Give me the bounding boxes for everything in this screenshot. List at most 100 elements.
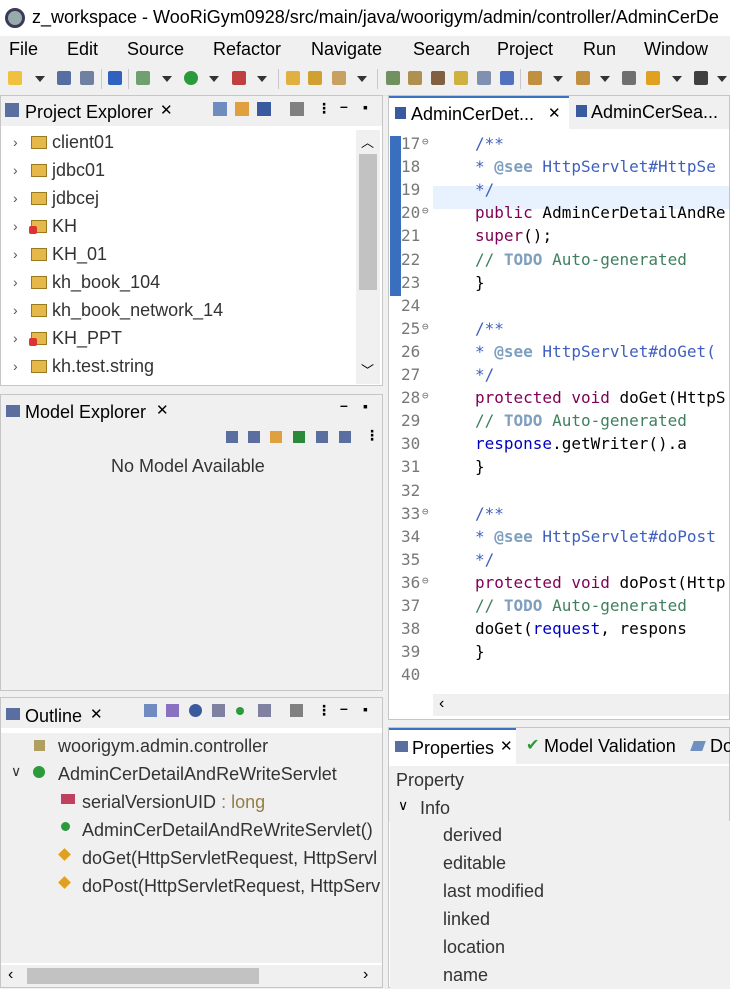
- info-group-row[interactable]: ∨ Info: [389, 794, 729, 822]
- scroll-down-icon[interactable]: ﹀: [361, 360, 374, 379]
- property-row[interactable]: derived: [390, 821, 730, 850]
- minimize-icon[interactable]: –: [340, 98, 348, 114]
- code-line[interactable]: 25 ⊖ /**: [389, 319, 729, 342]
- property-row[interactable]: editable: [390, 849, 730, 878]
- chevron-right-icon[interactable]: ›: [13, 218, 18, 234]
- prev-annotation-icon[interactable]: [576, 71, 590, 85]
- new-icon[interactable]: [8, 71, 22, 85]
- code-line[interactable]: 24: [389, 296, 729, 319]
- edit-model-icon[interactable]: [270, 431, 282, 443]
- save-icon[interactable]: [57, 71, 71, 85]
- code-line[interactable]: 36 ⊖ protected void doPost(Http: [389, 573, 729, 596]
- hide-local-types-icon[interactable]: [258, 704, 271, 717]
- menu-refactor[interactable]: Refactor: [213, 39, 281, 60]
- outline-member[interactable]: doGet(HttpServletRequest, HttpServl: [82, 848, 377, 869]
- hide-fields-icon[interactable]: [189, 704, 202, 717]
- horizontal-scrollbar[interactable]: ‹ ›: [1, 965, 382, 987]
- next-annotation-dropdown-icon[interactable]: [553, 76, 563, 82]
- scroll-left-icon[interactable]: ‹: [8, 966, 13, 984]
- close-icon[interactable]: ✕: [90, 705, 103, 723]
- fold-toggle-icon[interactable]: ⊖: [422, 320, 429, 333]
- chevron-down-icon[interactable]: ∨: [11, 763, 21, 780]
- code-line[interactable]: 38 doGet(request, respons: [389, 619, 729, 642]
- link-editor-icon[interactable]: [235, 102, 249, 116]
- model-validation-tab[interactable]: ✔ Model Validation: [523, 730, 683, 764]
- close-icon[interactable]: ✕: [548, 104, 561, 122]
- chevron-right-icon[interactable]: ›: [13, 302, 18, 318]
- word-wrap-icon[interactable]: [454, 71, 468, 85]
- chevron-down-icon[interactable]: ∨: [398, 797, 408, 814]
- tree-item[interactable]: › KH_PPT: [1, 326, 353, 354]
- show-hierarchy-icon[interactable]: [248, 431, 260, 443]
- run-dropdown-icon[interactable]: [209, 76, 219, 82]
- vertical-scrollbar[interactable]: ︿ ﹀: [356, 130, 380, 384]
- back-dropdown-icon[interactable]: [672, 76, 682, 82]
- show-whitespace-icon[interactable]: [477, 71, 491, 85]
- view-menu-icon[interactable]: [290, 704, 303, 717]
- property-row[interactable]: location: [390, 933, 730, 962]
- tree-item[interactable]: › kh_book_104: [1, 270, 353, 298]
- tree-item[interactable]: › client01: [1, 130, 353, 158]
- new-dropdown-icon[interactable]: [35, 76, 45, 82]
- menu-source[interactable]: Source: [127, 39, 184, 60]
- forward-dropdown-icon[interactable]: [717, 76, 727, 82]
- code-line[interactable]: 20 ⊖ public AdminCerDetailAndRe: [389, 203, 729, 226]
- horizontal-scrollbar[interactable]: ‹: [433, 694, 729, 716]
- filter-icon[interactable]: [257, 102, 271, 116]
- run-icon[interactable]: [184, 71, 198, 85]
- collapse-all-icon[interactable]: [213, 102, 227, 116]
- close-icon[interactable]: ✕: [160, 101, 173, 119]
- maximize-icon[interactable]: ▪: [363, 398, 368, 414]
- code-line[interactable]: 26 * @see HttpServlet#doGet(: [389, 342, 729, 365]
- code-line[interactable]: 35 */: [389, 550, 729, 573]
- chevron-right-icon[interactable]: ›: [13, 246, 18, 262]
- search-dropdown-icon[interactable]: [357, 76, 367, 82]
- code-line[interactable]: 19 */: [389, 180, 729, 203]
- maximize-icon[interactable]: ▪: [363, 99, 368, 115]
- model-explorer-tab[interactable]: Model Explorer: [25, 402, 146, 423]
- debug-dropdown-icon[interactable]: [162, 76, 172, 82]
- scroll-right-icon[interactable]: ›: [363, 966, 368, 984]
- project-explorer-tab[interactable]: Project Explorer: [25, 102, 153, 123]
- code-line[interactable]: 21 super();: [389, 226, 729, 249]
- toggle-breadcrumb-icon[interactable]: [408, 71, 422, 85]
- fold-toggle-icon[interactable]: ⊖: [422, 505, 429, 518]
- menu-navigate[interactable]: Navigate: [311, 39, 382, 60]
- menu-edit[interactable]: Edit: [67, 39, 98, 60]
- debug-icon[interactable]: [136, 71, 150, 85]
- hide-nonpublic-icon[interactable]: [236, 707, 244, 715]
- chevron-right-icon[interactable]: ›: [13, 330, 18, 346]
- code-area[interactable]: 17 ⊖ /** 18 * @see HttpServlet#HttpSe 19 */…: [389, 134, 729, 694]
- code-line[interactable]: 30 response.getWriter().a: [389, 434, 729, 457]
- back-icon[interactable]: [646, 71, 660, 85]
- external-tools-icon[interactable]: [232, 71, 246, 85]
- docs-tab[interactable]: Do: [689, 730, 730, 764]
- code-line[interactable]: 32: [389, 481, 729, 504]
- class-label[interactable]: AdminCerDetailAndReWriteServlet: [58, 764, 337, 785]
- property-row[interactable]: name: [390, 961, 730, 989]
- pilcrow-icon[interactable]: [500, 71, 514, 85]
- sort-icon[interactable]: [166, 704, 179, 717]
- show-list-icon[interactable]: [226, 431, 238, 443]
- terminal-icon[interactable]: [108, 71, 122, 85]
- code-line[interactable]: 31 }: [389, 457, 729, 480]
- chevron-right-icon[interactable]: ›: [13, 190, 18, 206]
- code-line[interactable]: 40: [389, 665, 729, 688]
- chevron-right-icon[interactable]: ›: [13, 274, 18, 290]
- code-line[interactable]: 34 * @see HttpServlet#doPost: [389, 527, 729, 550]
- next-annotation-icon[interactable]: [528, 71, 542, 85]
- fold-toggle-icon[interactable]: ⊖: [422, 389, 429, 402]
- menu-search[interactable]: Search: [413, 39, 470, 60]
- code-line[interactable]: 23 }: [389, 273, 729, 296]
- menu-run[interactable]: Run: [583, 39, 616, 60]
- collapse-all-icon[interactable]: [339, 431, 351, 443]
- package-label[interactable]: woorigym.admin.controller: [58, 736, 268, 757]
- code-line[interactable]: 28 ⊖ protected void doGet(HttpS: [389, 388, 729, 411]
- chevron-right-icon[interactable]: ›: [13, 134, 18, 150]
- tree-item[interactable]: › KH_01: [1, 242, 353, 270]
- block-selection-icon[interactable]: [431, 71, 445, 85]
- collapse-all-icon[interactable]: [144, 704, 157, 717]
- search-tool-icon[interactable]: [332, 71, 346, 85]
- external-tools-dropdown-icon[interactable]: [257, 76, 267, 82]
- fold-toggle-icon[interactable]: ⊖: [422, 204, 429, 217]
